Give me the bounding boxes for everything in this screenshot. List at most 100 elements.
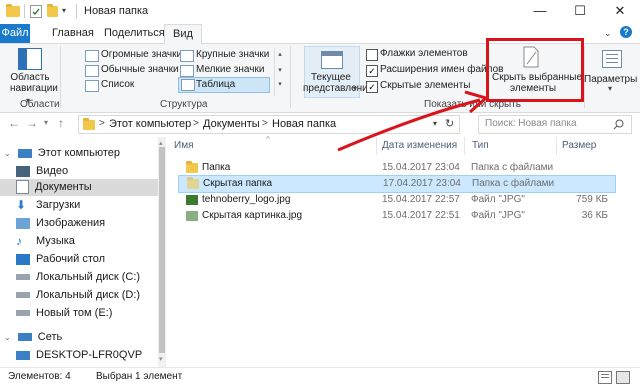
group-label-layout: Структура	[160, 99, 208, 110]
file-size: 36 КБ	[581, 210, 608, 221]
nav-desktop-pc[interactable]: DESKTOP-LFR0QVP	[16, 347, 142, 363]
options-icon	[602, 50, 622, 68]
nav-video[interactable]: Видео	[16, 163, 68, 179]
layout-large-icons[interactable]: Крупные значки	[196, 49, 269, 60]
navigation-pane-button[interactable]: Область навигации	[10, 72, 58, 94]
file-row[interactable]: Папка 15.04.2017 23:04 Папка с файлами	[178, 160, 614, 176]
tab-view[interactable]: Вид	[164, 24, 202, 44]
back-button[interactable]: ←	[8, 116, 20, 130]
file-date: 15.04.2017 22:57	[382, 194, 460, 205]
forward-button[interactable]: →	[26, 116, 38, 130]
table-icon	[181, 79, 195, 91]
nav-label: Этот компьютер	[37, 147, 121, 159]
file-name: Скрытая папка	[203, 178, 273, 189]
small-icons-icon	[180, 65, 194, 77]
divider	[24, 4, 25, 18]
pc-icon	[16, 350, 30, 360]
divider	[60, 46, 61, 108]
nav-documents[interactable]: Документы	[16, 179, 92, 195]
current-view-icon	[321, 51, 343, 69]
folder-icon	[187, 177, 199, 189]
file-type: Файл "JPG"	[471, 194, 525, 205]
nav-drive-c[interactable]: Локальный диск (C:)	[16, 269, 140, 285]
file-row[interactable]: tehnoberry_logo.jpg 15.04.2017 22:57 Фай…	[178, 192, 614, 208]
title-bar: ▾ Новая папка — ☐ ✕	[0, 0, 640, 24]
close-button[interactable]: ✕	[600, 0, 640, 24]
address-bar: ← → ▾ ↑ > Этот компьютер > Документы > Н…	[0, 113, 640, 135]
navigation-pane-label-1: Область	[10, 72, 50, 83]
minimize-button[interactable]: —	[520, 0, 560, 24]
status-bar: Элементов: 4 Выбран 1 элемент	[0, 367, 640, 386]
file-type: Файл "JPG"	[471, 210, 525, 221]
breadcrumb-separator: >	[262, 118, 268, 129]
hide-selected-label-1: Скрыть выбранные	[492, 72, 583, 83]
window-title: Новая папка	[84, 5, 149, 17]
new-folder-qa-icon[interactable]	[47, 4, 61, 18]
nav-network[interactable]: ⌄ Сеть	[4, 329, 62, 345]
nav-label: Документы	[35, 181, 92, 193]
nav-label: Музыка	[36, 235, 75, 247]
network-icon	[17, 333, 32, 342]
help-icon[interactable]: ?	[620, 26, 632, 38]
file-row-selected[interactable]: Скрытая папка 17.04.2017 23:04 Папка с ф…	[178, 175, 616, 193]
breadcrumb-documents[interactable]: Документы	[203, 118, 260, 130]
maximize-button[interactable]: ☐	[560, 0, 600, 24]
recent-locations-icon[interactable]: ▾	[44, 118, 48, 127]
layout-small-icons[interactable]: Мелкие значки	[196, 64, 264, 75]
tab-home[interactable]: Главная	[44, 24, 102, 43]
nav-label: Локальный диск (C:)	[36, 271, 141, 283]
breadcrumb-this-pc[interactable]: Этот компьютер	[109, 118, 191, 130]
collapse-ribbon-icon[interactable]: ⌄	[604, 28, 612, 39]
nav-desktop[interactable]: Рабочий стол	[16, 251, 105, 267]
group-label-panes: Области	[20, 99, 60, 110]
item-checkboxes-checkbox[interactable]	[366, 49, 378, 61]
layout-list[interactable]: Список	[101, 79, 134, 90]
nav-this-pc[interactable]: ⌄ Этот компьютер	[4, 145, 120, 161]
nav-music[interactable]: ♪ Музыка	[16, 233, 75, 249]
sort-indicator-icon: ^	[266, 135, 270, 144]
nav-drive-e[interactable]: Новый том (E:)	[16, 305, 112, 321]
layout-huge-icons[interactable]: Огромные значки	[101, 49, 182, 60]
nav-downloads[interactable]: ⬇ Загрузки	[16, 197, 80, 213]
hide-selected-button[interactable]: Скрыть выбранные элементы	[492, 44, 582, 94]
nav-drive-d[interactable]: Локальный диск (D:)	[16, 287, 140, 303]
breadcrumb-new-folder[interactable]: Новая папка	[272, 118, 336, 130]
column-size[interactable]: Размер	[562, 140, 596, 151]
file-date: 17.04.2017 23:04	[383, 178, 461, 189]
search-input[interactable]: Поиск: Новая папка	[478, 115, 632, 134]
options-button[interactable]: Параметры ▾	[584, 46, 638, 96]
chevron-down-icon: ▾	[608, 84, 613, 93]
file-name: tehnoberry_logo.jpg	[202, 194, 291, 205]
expand-icon[interactable]: ⌄	[4, 149, 11, 158]
scroll-thumb[interactable]	[159, 147, 165, 353]
file-date: 15.04.2017 23:04	[382, 162, 460, 173]
computer-icon	[17, 148, 32, 158]
divider[interactable]	[556, 137, 557, 155]
layout-scroll[interactable]: ▴ ▾ ▾	[274, 48, 285, 96]
properties-icon[interactable]	[30, 5, 42, 18]
nav-label: Изображения	[36, 217, 106, 229]
tab-file[interactable]: Файл	[0, 24, 30, 43]
nav-scrollbar[interactable]: ▴ ▾	[158, 137, 166, 367]
item-checkboxes-label: Флажки элементов	[380, 48, 468, 59]
quick-access-dropdown-icon[interactable]: ▾	[62, 6, 76, 20]
details-view-icon[interactable]	[598, 371, 612, 384]
layout-table[interactable]: Таблица	[178, 77, 270, 93]
file-extensions-checkbox[interactable]: ✓	[366, 65, 378, 77]
tab-share[interactable]: Поделиться	[96, 24, 173, 43]
image-icon	[186, 211, 198, 221]
layout-normal-icons[interactable]: Обычные значки	[101, 64, 179, 75]
nav-label: Новый том (E:)	[36, 307, 113, 319]
nav-pictures[interactable]: Изображения	[16, 215, 105, 231]
up-button[interactable]: ↑	[58, 116, 64, 130]
scroll-down-icon[interactable]: ▾	[159, 355, 163, 363]
scroll-up-icon[interactable]: ▴	[159, 139, 163, 147]
annotation-arrow	[337, 90, 490, 152]
column-name[interactable]: Имя	[174, 140, 193, 151]
file-row[interactable]: Скрытая картинка.jpg 15.04.2017 22:51 Фа…	[178, 208, 614, 224]
expand-icon[interactable]: ⌄	[4, 333, 11, 342]
current-view-label-1: Текущее	[311, 72, 351, 83]
list-icon	[85, 80, 99, 92]
nav-label: Видео	[36, 165, 69, 177]
large-icons-view-icon[interactable]	[616, 371, 630, 384]
